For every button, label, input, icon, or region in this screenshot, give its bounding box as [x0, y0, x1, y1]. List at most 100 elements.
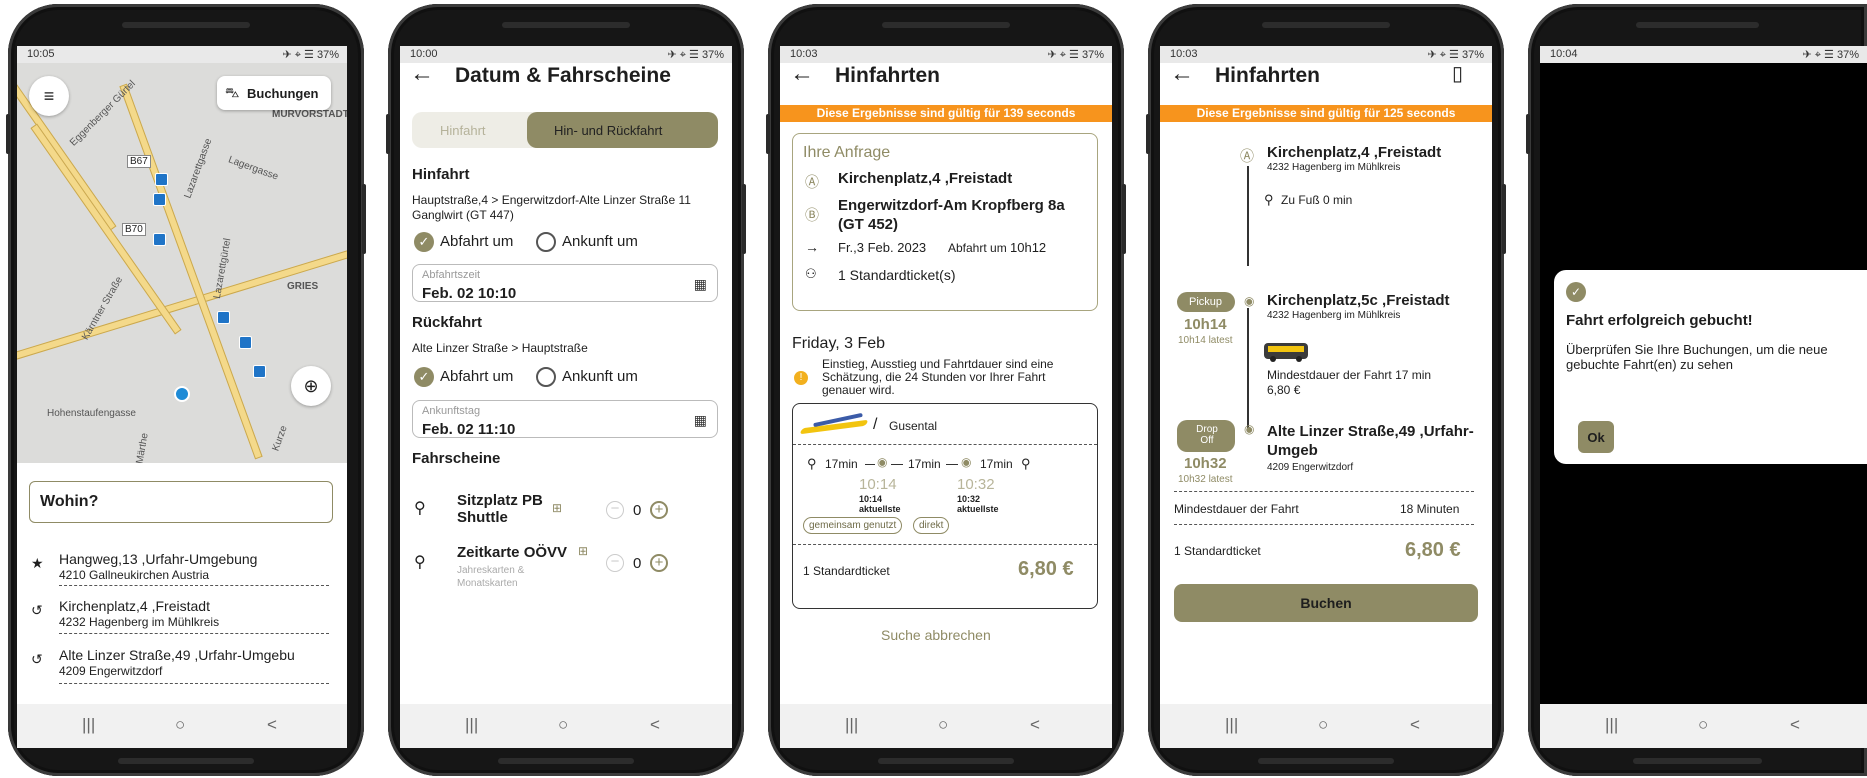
place-title: Hangweg,13 ,Urfahr-Umgebung — [59, 551, 258, 567]
departure-time-note: aktuellste — [859, 504, 901, 514]
menu-button[interactable]: ≡ — [29, 76, 69, 116]
bus-stop-icon[interactable] — [253, 365, 266, 378]
map-label: GRIES — [287, 281, 319, 292]
home-button[interactable]: ○ — [1318, 715, 1328, 735]
departure-radio-checked[interactable]: ✓ — [414, 367, 434, 387]
map-label: Märthe — [134, 432, 151, 465]
outbound-route: Hauptstraße,4 > Engerwitzdorf-Alte Linze… — [412, 193, 691, 222]
destination-icon: Ⓑ — [805, 207, 819, 223]
recent-apps-button[interactable]: ||| — [465, 715, 478, 735]
ok-button[interactable]: Ok — [1578, 421, 1614, 453]
recent-apps-button[interactable]: ||| — [845, 715, 858, 735]
dropoff-time: 10h32 — [1184, 455, 1227, 472]
tab-round-trip[interactable]: Hin- und Rückfahrt — [527, 112, 718, 148]
ticket-quantity: 0 — [633, 502, 642, 519]
summary-value: 18 Minuten — [1400, 502, 1460, 516]
book-button[interactable]: Buchen — [1174, 584, 1478, 622]
system-nav-bar: ||| ○ < — [780, 704, 1112, 748]
arrival-radio[interactable] — [536, 367, 556, 387]
ride-duration: 17min — [908, 457, 941, 471]
back-nav-button[interactable]: < — [267, 715, 277, 735]
pin-icon: ◉ — [877, 455, 888, 469]
bus-stop-icon[interactable] — [239, 336, 252, 349]
locate-me-button[interactable]: ⊕ — [291, 366, 331, 406]
validity-banner: Diese Ergebnisse sind gültig für 139 sec… — [780, 105, 1112, 122]
back-arrow-icon[interactable]: ← — [410, 60, 434, 88]
home-button[interactable]: ○ — [175, 715, 185, 735]
ticket-subtitle: Jahreskarten & Monatskarten — [457, 565, 525, 589]
home-button[interactable]: ○ — [1698, 715, 1708, 735]
dropoff-title: Alte Linzer Straße,49 ,Urfahr-Umgeb — [1267, 423, 1474, 459]
group-icon: ⚇ — [805, 266, 817, 281]
star-icon: ★ — [31, 555, 44, 571]
phone-4: 10:03 ✈ ⌖ ☰ 37% ← Hinfahrten ▯ Diese Erg… — [1146, 4, 1506, 776]
map-label: B70 — [122, 223, 146, 236]
status-bar: 10:05 ✈ ⌖ ☰ 37% — [17, 46, 347, 63]
dropoff-label: Drop Off — [1196, 424, 1218, 446]
system-nav-bar: ||| ○ < — [1160, 704, 1492, 748]
page-title: Hinfahrten — [835, 64, 940, 87]
hamburger-icon: ≡ — [43, 86, 55, 106]
departure-time-field[interactable]: Abfahrtszeit Feb. 02 10:10 ▦ — [412, 264, 718, 302]
tab-one-way[interactable]: Hinfahrt — [440, 123, 486, 138]
increment-button[interactable]: + — [650, 554, 668, 572]
back-arrow-icon[interactable]: ← — [1170, 60, 1194, 88]
decrement-button[interactable]: − — [606, 501, 624, 519]
request-time: 10h12 — [1010, 240, 1047, 255]
validity-banner: Diese Ergebnisse sind gültig für 125 sec… — [1160, 105, 1492, 122]
recent-apps-button[interactable]: ||| — [82, 715, 95, 735]
ride-duration: Mindestdauer der Fahrt 17 min — [1267, 368, 1432, 382]
decrement-button[interactable]: − — [606, 554, 624, 572]
success-dialog: ✓ Fahrt erfolgreich gebucht! Überprüfen … — [1554, 270, 1867, 464]
dropoff-subtitle: 4209 Engerwitzdorf — [1267, 462, 1354, 473]
bus-stop-icon[interactable] — [153, 193, 166, 206]
ride-price: 6,80 € — [1267, 383, 1301, 397]
arrival-day-field[interactable]: Ankunftstag Feb. 02 11:10 ▦ — [412, 400, 718, 438]
return-route: Alte Linzer Straße > Hauptstraße — [412, 341, 588, 355]
calendar-icon: ▦ — [693, 412, 707, 428]
crosshair-icon: ⊕ — [303, 376, 319, 396]
bus-stop-icon[interactable] — [153, 233, 166, 246]
bus-stop-icon[interactable] — [217, 311, 230, 324]
increment-button[interactable]: + — [650, 501, 668, 519]
day-heading: Friday, 3 Feb — [792, 335, 886, 352]
departure-radio-checked[interactable]: ✓ — [414, 232, 434, 252]
departure-time-small: 10:14 — [859, 494, 883, 504]
arrival-time-note: aktuellste — [957, 504, 999, 514]
destination-input[interactable]: Wohin? — [29, 481, 333, 523]
ticket-price: 6,80 € — [1018, 558, 1074, 580]
back-nav-button[interactable]: < — [650, 715, 660, 735]
map-label: MURVORSTADT — [272, 109, 347, 120]
back-nav-button[interactable]: < — [1410, 715, 1420, 735]
bus-icon — [1264, 343, 1308, 362]
walk-duration: 17min — [980, 457, 1013, 471]
radio-label: Ankunft um — [562, 233, 638, 250]
tickets-heading: Fahrscheine — [412, 450, 501, 467]
status-bar: 10:03 ✈ ⌖ ☰ 37% — [780, 46, 1112, 63]
request-card: Ihre Anfrage Ⓐ Kirchenplatz,4 ,Freistadt… — [792, 133, 1098, 311]
bus-stop-icon[interactable] — [155, 173, 168, 186]
back-nav-button[interactable]: < — [1030, 715, 1040, 735]
info-icon[interactable]: ⊞ — [552, 501, 562, 515]
result-card[interactable]: / Gusental ⚲ 17min ◉ 17min ◉ 17min ⚲ 10:… — [792, 403, 1098, 609]
dropoff-badge: Drop Off — [1177, 420, 1235, 452]
book-label: Buchen — [1300, 595, 1352, 611]
cancel-search-link[interactable]: Suche abbrechen — [881, 627, 991, 643]
system-nav-bar: ||| ○ < — [400, 704, 732, 748]
map[interactable]: Eggenberger Gürtel Lazarettgasse MURVORS… — [17, 63, 347, 465]
phone-2: 10:00 ✈ ⌖ ☰ 37% ← Datum & Fahrscheine Hi… — [386, 4, 746, 776]
home-button[interactable]: ○ — [558, 715, 568, 735]
recent-apps-button[interactable]: ||| — [1225, 715, 1238, 735]
radio-label: Abfahrt um — [440, 233, 514, 250]
system-nav-bar: ||| ○ < — [1540, 704, 1867, 748]
return-heading: Rückfahrt — [412, 314, 483, 331]
info-icon[interactable]: ⊞ — [578, 544, 588, 558]
back-arrow-icon[interactable]: ← — [790, 60, 814, 88]
arrival-radio[interactable] — [536, 232, 556, 252]
map-icon[interactable]: ▯ — [1452, 61, 1463, 86]
bookings-button[interactable]: ⛍ Buchungen — [217, 76, 331, 110]
home-button[interactable]: ○ — [938, 715, 948, 735]
status-bar: 10:03 ✈ ⌖ ☰ 37% — [1160, 46, 1492, 63]
recent-apps-button[interactable]: ||| — [1605, 715, 1618, 735]
back-nav-button[interactable]: < — [1790, 715, 1800, 735]
